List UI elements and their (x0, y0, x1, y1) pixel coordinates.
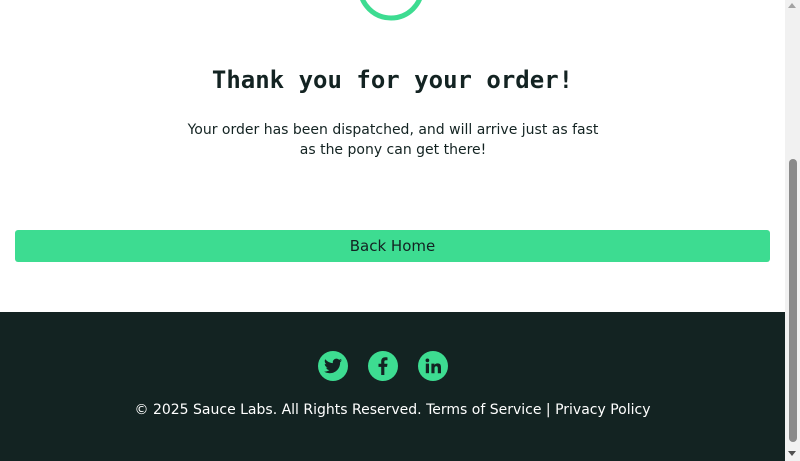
checkout-complete-container: Thank you for your order! Your order has… (0, 0, 785, 312)
scroll-down-arrow-icon[interactable] (788, 451, 796, 456)
footer-separator: | (541, 402, 556, 418)
linkedin-icon (425, 358, 441, 374)
footer: © 2025 Sauce Labs. All Rights Reserved. … (0, 312, 785, 461)
privacy-policy-link[interactable]: Privacy Policy (555, 402, 650, 418)
scrollbar-thumb[interactable] (789, 159, 797, 442)
terms-of-service-link[interactable]: Terms of Service (426, 402, 541, 418)
checkout-complete-page: Thank you for your order! Your order has… (0, 0, 800, 461)
facebook-icon (378, 357, 388, 375)
footer-copy: © 2025 Sauce Labs. All Rights Reserved. … (0, 402, 785, 418)
complete-text: Your order has been dispatched, and will… (187, 122, 599, 158)
pony-express-icon (360, 0, 422, 21)
complete-header: Thank you for your order! (211, 66, 574, 94)
back-home-button[interactable]: Back Home (15, 230, 770, 262)
scroll-up-arrow-icon[interactable] (788, 3, 796, 8)
social-linkedin-link[interactable] (418, 351, 448, 381)
copyright-text: © 2025 Sauce Labs. All Rights Reserved. (134, 402, 427, 418)
social-twitter-link[interactable] (318, 351, 348, 381)
vertical-scrollbar[interactable] (785, 0, 800, 461)
social-facebook-link[interactable] (368, 351, 398, 381)
twitter-icon (324, 358, 342, 374)
